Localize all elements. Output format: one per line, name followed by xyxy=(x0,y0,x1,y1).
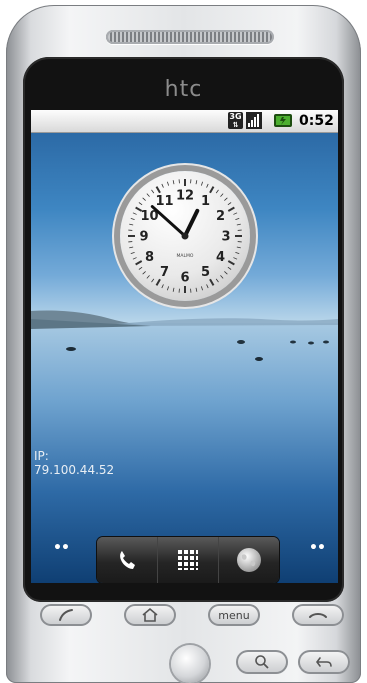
clock-tick xyxy=(172,180,175,185)
trackball[interactable] xyxy=(171,645,209,683)
phone-icon xyxy=(120,551,135,569)
clock-tick xyxy=(161,183,164,188)
call-icon xyxy=(59,609,73,621)
clock-numeral: 4 xyxy=(216,250,225,265)
clock-tick xyxy=(220,193,224,197)
end-call-icon xyxy=(309,613,327,618)
clock-tick xyxy=(227,206,235,212)
ip-label: IP: xyxy=(34,449,49,463)
clock-tick xyxy=(172,287,175,292)
clock-tick xyxy=(206,284,209,289)
call-button[interactable] xyxy=(40,604,92,626)
clock-tick xyxy=(233,212,238,215)
left-screen-indicator[interactable]: •• xyxy=(53,540,70,556)
app-dock xyxy=(97,537,279,583)
ip-address: 79.100.44.52 xyxy=(34,463,115,477)
home-wallpaper[interactable]: 12 1 2 3 4 5 6 7 8 9 10 11 MALMO IP: 79.100.44.52 •… xyxy=(31,133,338,583)
clock-face: 12 1234567891011 MALMO xyxy=(128,179,242,293)
clock-tick xyxy=(233,257,238,260)
clock-tick xyxy=(195,287,198,292)
clock-tick xyxy=(224,197,228,201)
clock-tick xyxy=(130,251,135,254)
clock-tick xyxy=(200,286,203,291)
clock-tick xyxy=(215,278,219,283)
clock-tick xyxy=(209,186,215,194)
clock-numeral: 7 xyxy=(160,265,169,280)
earpiece-speaker xyxy=(106,30,274,44)
clock-numeral: 5 xyxy=(201,265,210,280)
status-time: 0:52 xyxy=(299,113,334,129)
clock-tick xyxy=(155,186,161,194)
clock-tick xyxy=(227,202,232,206)
screen: 3G ⇅ 0:52 12 1 2 3 4 5 6 7 8 9 10 11 MAL… xyxy=(31,110,338,583)
clock-tick xyxy=(151,278,155,283)
clock-tick xyxy=(227,266,232,270)
clock-tick xyxy=(155,278,161,286)
clock-tick xyxy=(206,183,209,188)
right-screen-indicator[interactable]: •• xyxy=(309,540,326,556)
clock-tick xyxy=(142,197,146,201)
clock-tick xyxy=(132,212,137,215)
clock-tick xyxy=(200,181,203,186)
menu-label: menu xyxy=(218,608,250,622)
clock-tick xyxy=(142,271,146,275)
clock-tick xyxy=(130,218,135,221)
clock-tick xyxy=(138,266,143,270)
clock-numeral: 11 xyxy=(155,194,173,209)
analog-clock-widget[interactable]: 12 1 2 3 4 5 6 7 8 9 10 11 MALMO xyxy=(120,171,250,301)
clock-tick xyxy=(235,218,240,221)
clock-tick xyxy=(236,246,241,249)
hardware-bottom-row xyxy=(0,645,367,683)
menu-button[interactable]: menu xyxy=(208,604,260,626)
clock-hour-hand xyxy=(183,208,200,238)
clock-numeral: 9 xyxy=(139,230,148,245)
status-bar[interactable]: 3G ⇅ 0:52 xyxy=(31,110,338,133)
clock-tick xyxy=(220,275,224,279)
clock-numeral: 1 xyxy=(201,194,210,209)
clock-tick xyxy=(138,202,143,206)
search-icon xyxy=(255,655,269,669)
clock-tick xyxy=(161,284,164,289)
clock-numeral: 2 xyxy=(216,209,225,224)
browser-globe-icon xyxy=(237,548,261,572)
3g-icon: 3G ⇅ xyxy=(228,112,243,129)
clock-tick xyxy=(129,223,134,226)
clock-tick xyxy=(215,189,219,194)
clock-numeral: 3 xyxy=(221,230,230,245)
clock-tick xyxy=(235,251,240,254)
browser-button[interactable] xyxy=(219,537,279,583)
apps-grid-icon xyxy=(178,550,198,570)
clock-tick xyxy=(209,278,215,286)
back-button[interactable] xyxy=(298,650,350,674)
clock-tick xyxy=(129,246,134,249)
signal-icon xyxy=(246,112,262,129)
back-icon xyxy=(316,657,332,667)
clock-tick xyxy=(151,189,155,194)
clock-tick xyxy=(167,286,170,291)
clock-tick xyxy=(224,271,228,275)
clock-tick xyxy=(236,223,241,226)
home-icon xyxy=(142,607,158,622)
clock-tick xyxy=(195,180,198,185)
clock-numeral: 12 xyxy=(176,189,194,204)
end-call-button[interactable] xyxy=(292,604,344,626)
app-drawer-button[interactable] xyxy=(158,537,219,583)
home-button[interactable] xyxy=(124,604,176,626)
clock-tick xyxy=(135,260,143,266)
hardware-button-row: menu xyxy=(0,604,367,634)
brand-logo: htc xyxy=(164,77,203,102)
clock-tick xyxy=(146,193,150,197)
clock-brand: MALMO xyxy=(177,253,194,259)
clock-numeral: 6 xyxy=(180,271,189,286)
clock-tick xyxy=(167,181,170,186)
clock-tick xyxy=(227,260,235,266)
dialer-button[interactable] xyxy=(97,537,158,583)
clock-tick xyxy=(146,275,150,279)
clock-numeral: 8 xyxy=(145,250,154,265)
search-button[interactable] xyxy=(236,650,288,674)
battery-charging-icon xyxy=(274,114,292,127)
clock-tick xyxy=(132,257,137,260)
